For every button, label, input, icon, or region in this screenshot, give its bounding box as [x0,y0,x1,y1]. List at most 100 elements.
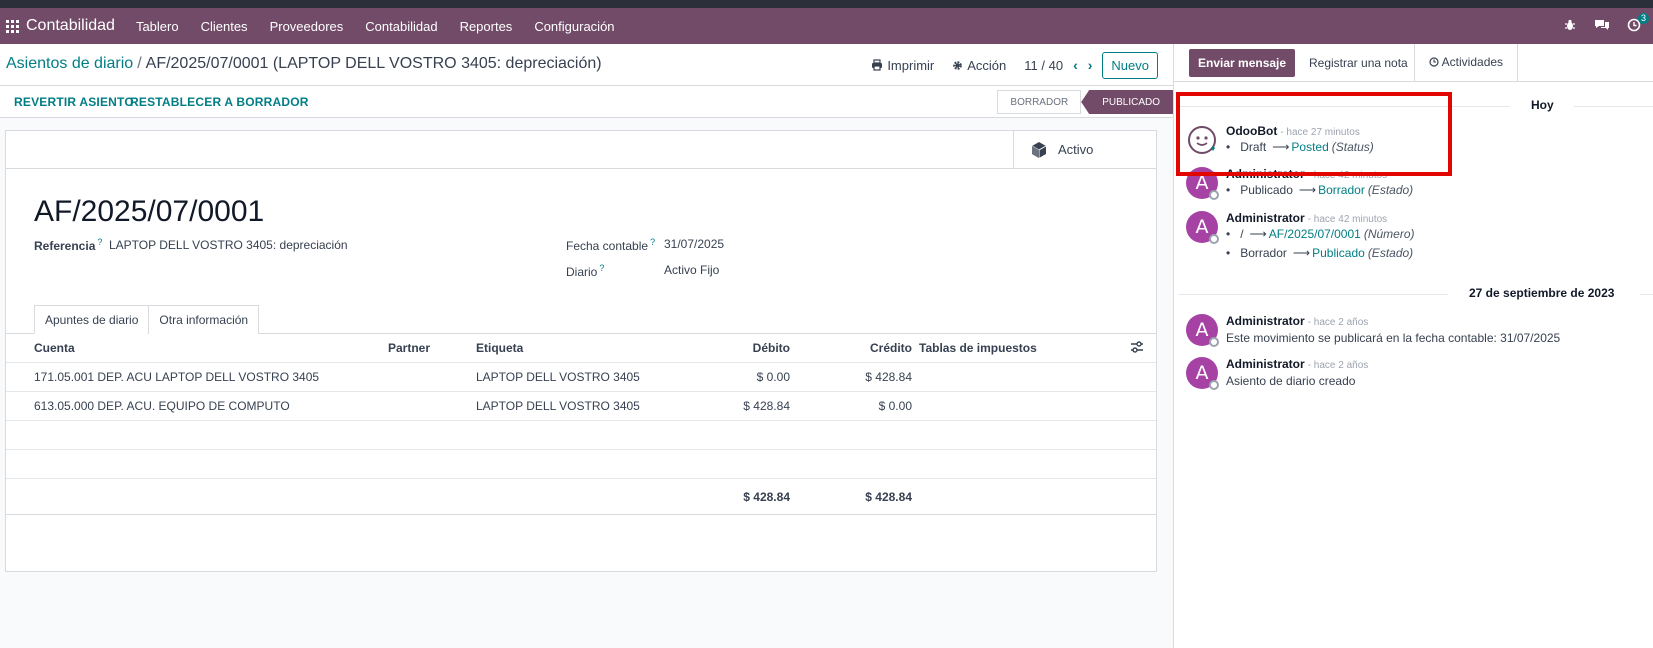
notebook-tabs: Apuntes de diario Otra información [34,305,260,334]
cell-etiqueta: LAPTOP DELL VOSTRO 3405 [476,399,640,413]
odoobot-avatar [1188,126,1216,154]
activities-button[interactable]: Actividades [1414,44,1519,82]
column-header-partner[interactable]: Partner [388,334,430,362]
date-today-label: Hoy [1531,98,1554,112]
pager-next-icon[interactable]: › [1088,57,1093,73]
diario-value[interactable]: Activo Fijo [664,263,719,277]
message-author[interactable]: Administrator - hace 2 años [1226,357,1368,371]
tracking-value: • Borrador ⟶ Publicado (Estado) [1226,246,1414,260]
journal-lines-table: Cuenta Partner Etiqueta Débito Crédito T… [6,334,1156,515]
asset-smart-button[interactable]: Activo [1013,131,1156,169]
revert-entry-button[interactable]: REVERTIR ASIENTO [14,95,134,109]
arrow-right-icon: ⟶ [1272,140,1290,154]
fecha-contable-label: Fecha contable? [566,237,656,253]
referencia-help-icon[interactable]: ? [97,237,102,247]
pager-value[interactable]: 11 / 40 [1024,58,1063,73]
nav-item-contabilidad[interactable]: Contabilidad [354,19,448,34]
arrow-right-icon: ⟶ [1298,183,1317,197]
button-box-divider [6,168,1156,169]
gear-icon [953,60,963,70]
date-old-label: 27 de septiembre de 2023 [1469,286,1615,300]
empty-row [6,421,1156,450]
breadcrumb-parent[interactable]: Asientos de diario [6,55,133,72]
reset-to-draft-button[interactable]: RESTABLECER A BORRADOR [130,95,309,109]
messaging-chat-icon[interactable] [1589,18,1615,35]
cell-credito: $ 428.84 [865,370,912,384]
action-label: Acción [967,57,1007,73]
log-note-button[interactable]: Registrar una nota [1300,49,1417,77]
stage-pipeline: BORRADOR PUBLICADO [997,90,1173,114]
presence-status-icon [1209,337,1219,347]
form-view: Asientos de diario / AF/2025/07/0001 (LAPT… [0,44,1173,648]
referencia-label: Referencia? [34,237,103,253]
column-header-debito[interactable]: Débito [686,334,790,362]
column-header-credito[interactable]: Crédito [806,334,912,362]
activity-count-badge: 3 [1637,12,1649,24]
chatter-message: A Administrator - hace 2 años Este movimi… [1186,314,1646,350]
cell-cuenta: 171.05.001 DEP. ACU LAPTOP DELL VOSTRO 3… [34,370,320,384]
nav-item-clientes[interactable]: Clientes [190,19,259,34]
app-brand[interactable]: Contabilidad [26,17,115,35]
chatter-message: A Administrator - hace 2 años Asiento de … [1186,357,1646,393]
presence-status-icon [1209,190,1219,200]
date-separator-today: Hoy [1174,98,1653,114]
avatar[interactable]: A [1186,211,1219,244]
referencia-value[interactable]: LAPTOP DELL VOSTRO 3405: depreciación [109,238,348,252]
table-row[interactable]: 613.05.000 DEP. ACU. EQUIPO DE COMPUTO L… [6,392,1156,421]
tab-otra-informacion[interactable]: Otra información [148,305,260,334]
clock-icon [1429,57,1439,67]
print-label: Imprimir [887,57,935,73]
pager-previous-icon[interactable]: ‹ [1073,57,1078,73]
debug-bug-icon[interactable] [1557,19,1583,34]
message-time: - hace 42 minutos [1307,214,1388,225]
send-message-button[interactable]: Enviar mensaje [1189,49,1296,77]
arrow-right-icon: ⟶ [1249,227,1267,241]
action-button[interactable]: Acción [952,58,1006,73]
breadcrumb-separator: / [137,55,142,72]
avatar[interactable]: A [1186,167,1219,200]
date-separator-old: 27 de septiembre de 2023 [1174,286,1653,302]
apps-menu-icon[interactable] [0,8,24,44]
cell-credito: $ 0.00 [878,399,912,413]
avatar[interactable]: A [1186,314,1219,347]
nav-item-proveedores[interactable]: Proveedores [259,19,355,34]
message-author[interactable]: Administrator - hace 42 minutos [1226,167,1387,181]
activity-clock-icon[interactable]: 3 [1621,12,1649,35]
breadcrumb: Asientos de diario / AF/2025/07/0001 (LAPT… [6,55,602,73]
diario-help-icon[interactable]: ? [599,263,604,273]
control-panel: Asientos de diario / AF/2025/07/0001 (LAPT… [0,44,1173,86]
cell-debito: $ 0.00 [756,370,790,384]
total-credito: $ 428.84 [865,490,912,504]
message-author[interactable]: Administrator - hace 42 minutos [1226,211,1387,225]
column-header-tablas-impuestos[interactable]: Tablas de impuestos [919,334,1037,362]
table-row[interactable]: 171.05.001 DEP. ACU LAPTOP DELL VOSTRO 3… [6,363,1156,392]
record-title: AF/2025/07/0001 [34,195,265,228]
message-author[interactable]: OdooBot - hace 27 minutos [1226,124,1360,138]
nav-item-tablero[interactable]: Tablero [125,19,190,34]
stage-publicado[interactable]: PUBLICADO [1081,90,1173,114]
chatter-message: A Administrator - hace 42 minutos • Public… [1186,167,1646,207]
message-author[interactable]: Administrator - hace 2 años [1226,314,1368,328]
status-bar: REVERTIR ASIENTO RESTABLECER A BORRADOR … [0,86,1173,118]
message-time: - hace 42 minutos [1307,170,1388,181]
stage-borrador[interactable]: BORRADOR [997,90,1082,114]
diario-label: Diario? [566,263,605,279]
fecha-contable-value[interactable]: 31/07/2025 [664,237,724,251]
column-header-etiqueta[interactable]: Etiqueta [476,334,523,362]
asset-smart-button-label: Activo [1058,142,1094,157]
optional-columns-icon[interactable] [1130,341,1144,356]
presence-status-icon [1209,234,1219,244]
avatar[interactable]: A [1186,357,1219,390]
print-button[interactable]: Imprimir [871,58,934,73]
message-body: Asiento de diario creado [1226,374,1356,388]
top-strip [0,0,1653,8]
nav-item-reportes[interactable]: Reportes [449,19,524,34]
column-header-cuenta[interactable]: Cuenta [34,334,75,362]
cube-icon [1031,141,1047,158]
new-button[interactable]: Nuevo [1102,51,1158,79]
nav-item-configuracion[interactable]: Configuración [523,19,625,34]
tab-apuntes-de-diario[interactable]: Apuntes de diario [34,305,150,334]
message-time: - hace 2 años [1307,360,1369,371]
cell-cuenta: 613.05.000 DEP. ACU. EQUIPO DE COMPUTO [34,399,290,413]
fecha-contable-help-icon[interactable]: ? [650,237,655,247]
